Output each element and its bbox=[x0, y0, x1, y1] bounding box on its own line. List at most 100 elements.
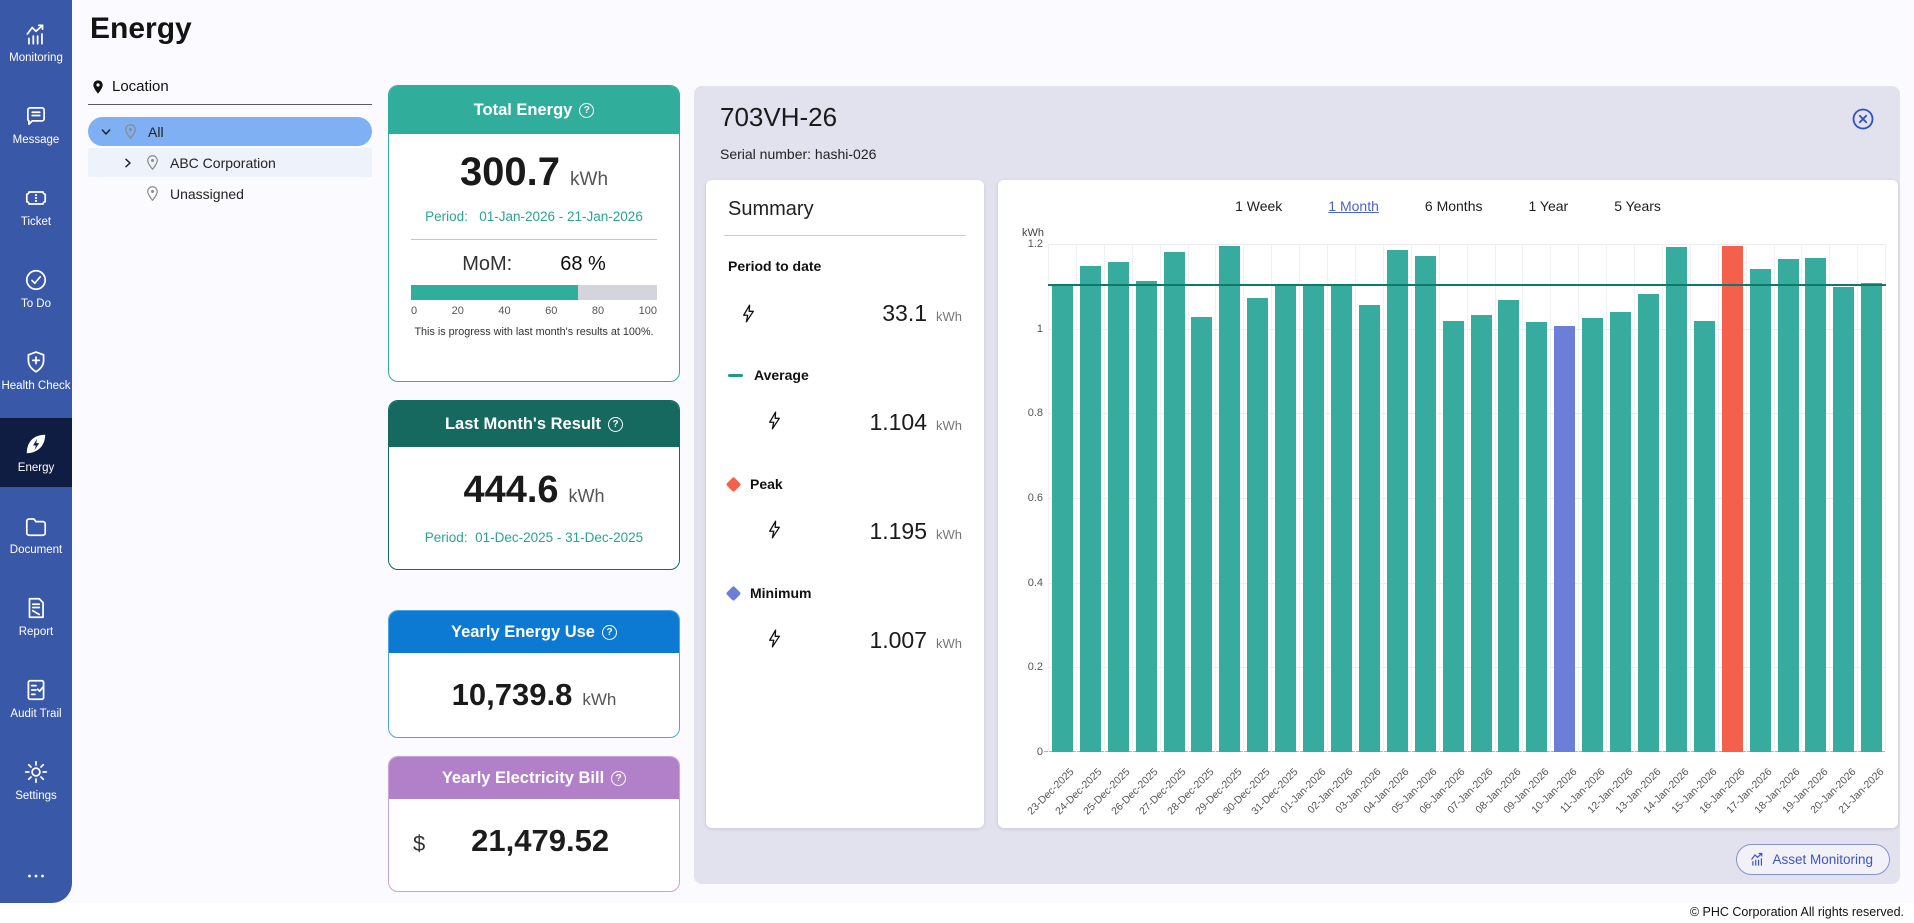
sidebar-item-energy[interactable]: Energy bbox=[0, 418, 72, 488]
summary-stat-row: 1.104kWh bbox=[728, 409, 962, 436]
bar-18-Jan-2026[interactable] bbox=[1778, 259, 1799, 752]
bar-19-Jan-2026[interactable] bbox=[1805, 258, 1826, 752]
help-icon[interactable]: ? bbox=[579, 103, 594, 118]
bar-slot bbox=[1188, 244, 1216, 752]
bar-07-Jan-2026[interactable] bbox=[1471, 315, 1492, 752]
mom-scale-tick: 0 bbox=[411, 305, 417, 317]
sidebar-item-document[interactable]: Document bbox=[0, 499, 72, 569]
bar-slot bbox=[1522, 244, 1550, 752]
bar-01-Jan-2026[interactable] bbox=[1303, 284, 1324, 752]
bar-14-Jan-2026[interactable] bbox=[1666, 247, 1687, 752]
health-check-icon bbox=[23, 349, 49, 375]
tab-6-months[interactable]: 6 Months bbox=[1425, 198, 1483, 216]
todo-icon bbox=[23, 267, 49, 293]
y-axis-tick-label: 0 bbox=[1003, 746, 1043, 758]
bar-17-Jan-2026[interactable] bbox=[1750, 269, 1771, 752]
bar-15-Jan-2026[interactable] bbox=[1694, 321, 1715, 752]
bar-slot bbox=[1801, 244, 1829, 752]
sidebar-item-monitoring[interactable]: Monitoring bbox=[0, 8, 72, 78]
tab-1-month[interactable]: 1 Month bbox=[1328, 198, 1379, 216]
total-energy-card: Total Energy ? 300.7 kWh Period: 01-Jan-… bbox=[388, 85, 680, 382]
bar-24-Dec-2025[interactable] bbox=[1080, 266, 1101, 752]
tab-1-week[interactable]: 1 Week bbox=[1235, 198, 1282, 216]
bar-04-Jan-2026[interactable] bbox=[1387, 250, 1408, 752]
summary-stat-label: Minimum bbox=[728, 585, 962, 601]
x-axis-labels: 23-Dec-202524-Dec-202525-Dec-202526-Dec-… bbox=[1048, 758, 1886, 828]
bar-05-Jan-2026[interactable] bbox=[1415, 256, 1436, 752]
tab-1-year[interactable]: 1 Year bbox=[1528, 198, 1568, 216]
bar-11-Jan-2026[interactable] bbox=[1582, 318, 1603, 752]
sidebar-item-health-check[interactable]: Health Check bbox=[0, 336, 72, 406]
bar-03-Jan-2026[interactable] bbox=[1359, 305, 1380, 752]
bar-27-Dec-2025[interactable] bbox=[1164, 252, 1185, 752]
summary-stat-row: 1.195kWh bbox=[728, 518, 962, 545]
bolt-icon bbox=[764, 628, 785, 654]
tree-item-abc-corporation[interactable]: ABC Corporation bbox=[88, 148, 372, 177]
sidebar-item-label: Ticket bbox=[21, 216, 51, 228]
bar-06-Jan-2026[interactable] bbox=[1443, 321, 1464, 752]
close-icon[interactable] bbox=[1850, 106, 1876, 132]
location-tree: AllABC CorporationUnassigned bbox=[88, 117, 372, 208]
last-month-period: Period: 01-Dec-2025 - 31-Dec-2025 bbox=[389, 530, 679, 545]
chevron-right-icon[interactable] bbox=[120, 155, 136, 171]
y-axis-tick-label: 0.2 bbox=[1003, 661, 1043, 673]
y-axis-tick-label: 1 bbox=[1003, 323, 1043, 335]
sidebar-item-more[interactable] bbox=[0, 861, 72, 891]
last-month-value: 444.6 bbox=[463, 469, 558, 512]
sidebar-item-message[interactable]: Message bbox=[0, 90, 72, 160]
bar-slot bbox=[1662, 244, 1690, 752]
bar-23-Dec-2025[interactable] bbox=[1052, 284, 1073, 752]
audit-trail-icon bbox=[23, 677, 49, 703]
bar-28-Dec-2025[interactable] bbox=[1191, 317, 1212, 752]
sidebar-item-label: Report bbox=[19, 626, 54, 638]
mom-footnote: This is progress with last month's resul… bbox=[389, 326, 679, 338]
bar-21-Jan-2026[interactable] bbox=[1861, 283, 1882, 752]
mom-scale: 020406080100 bbox=[411, 305, 657, 317]
chevron-down-icon[interactable] bbox=[98, 124, 114, 140]
bar-31-Dec-2025[interactable] bbox=[1275, 284, 1296, 752]
help-icon[interactable]: ? bbox=[608, 417, 623, 432]
bar-slot bbox=[1104, 244, 1132, 752]
bar-13-Jan-2026[interactable] bbox=[1638, 294, 1659, 752]
stat-unit: kWh bbox=[936, 636, 962, 651]
help-icon[interactable]: ? bbox=[602, 625, 617, 640]
bar-slot bbox=[1467, 244, 1495, 752]
sidebar-item-label: Monitoring bbox=[9, 52, 63, 64]
sidebar-item-settings[interactable]: Settings bbox=[0, 745, 72, 815]
bar-20-Jan-2026[interactable] bbox=[1833, 287, 1854, 752]
sidebar-item-label: Document bbox=[10, 544, 62, 556]
bar-16-Jan-2026[interactable] bbox=[1722, 246, 1743, 752]
tab-5-years[interactable]: 5 Years bbox=[1614, 198, 1661, 216]
total-energy-value: 300.7 bbox=[460, 150, 560, 195]
tree-item-unassigned[interactable]: Unassigned bbox=[88, 179, 372, 208]
footer: © PHC Corporation All rights reserved. bbox=[0, 903, 1914, 923]
bar-08-Jan-2026[interactable] bbox=[1498, 300, 1519, 752]
period-to-date-value: 33.1 bbox=[882, 300, 927, 327]
bar-30-Dec-2025[interactable] bbox=[1247, 298, 1268, 752]
bar-slot bbox=[1746, 244, 1774, 752]
bar-12-Jan-2026[interactable] bbox=[1610, 312, 1631, 752]
tree-item-all[interactable]: All bbox=[88, 117, 372, 146]
bolt-icon bbox=[764, 410, 785, 436]
sidebar-item-ticket[interactable]: Ticket bbox=[0, 172, 72, 242]
ticket-icon bbox=[23, 185, 49, 211]
bar-26-Dec-2025[interactable] bbox=[1136, 281, 1157, 752]
bar-02-Jan-2026[interactable] bbox=[1331, 285, 1352, 752]
sidebar-item-label: Message bbox=[13, 134, 60, 146]
asset-monitoring-button[interactable]: Asset Monitoring bbox=[1736, 844, 1890, 875]
period-to-date-row: 33.1 kWh bbox=[728, 300, 962, 327]
bar-25-Dec-2025[interactable] bbox=[1108, 262, 1129, 752]
sidebar-item-audit-trail[interactable]: Audit Trail bbox=[0, 663, 72, 733]
sidebar-item-todo[interactable]: To Do bbox=[0, 254, 72, 324]
bar-10-Jan-2026[interactable] bbox=[1554, 326, 1575, 752]
bar-slot bbox=[1718, 244, 1746, 752]
bar-29-Dec-2025[interactable] bbox=[1219, 246, 1240, 752]
bar-slot bbox=[1271, 244, 1299, 752]
bar-slot bbox=[1299, 244, 1327, 752]
help-icon[interactable]: ? bbox=[611, 771, 626, 786]
mom-scale-tick: 100 bbox=[639, 305, 657, 317]
sidebar-item-report[interactable]: Report bbox=[0, 581, 72, 651]
last-month-unit: kWh bbox=[569, 486, 605, 507]
bar-09-Jan-2026[interactable] bbox=[1526, 322, 1547, 752]
mom-scale-tick: 40 bbox=[498, 305, 510, 317]
